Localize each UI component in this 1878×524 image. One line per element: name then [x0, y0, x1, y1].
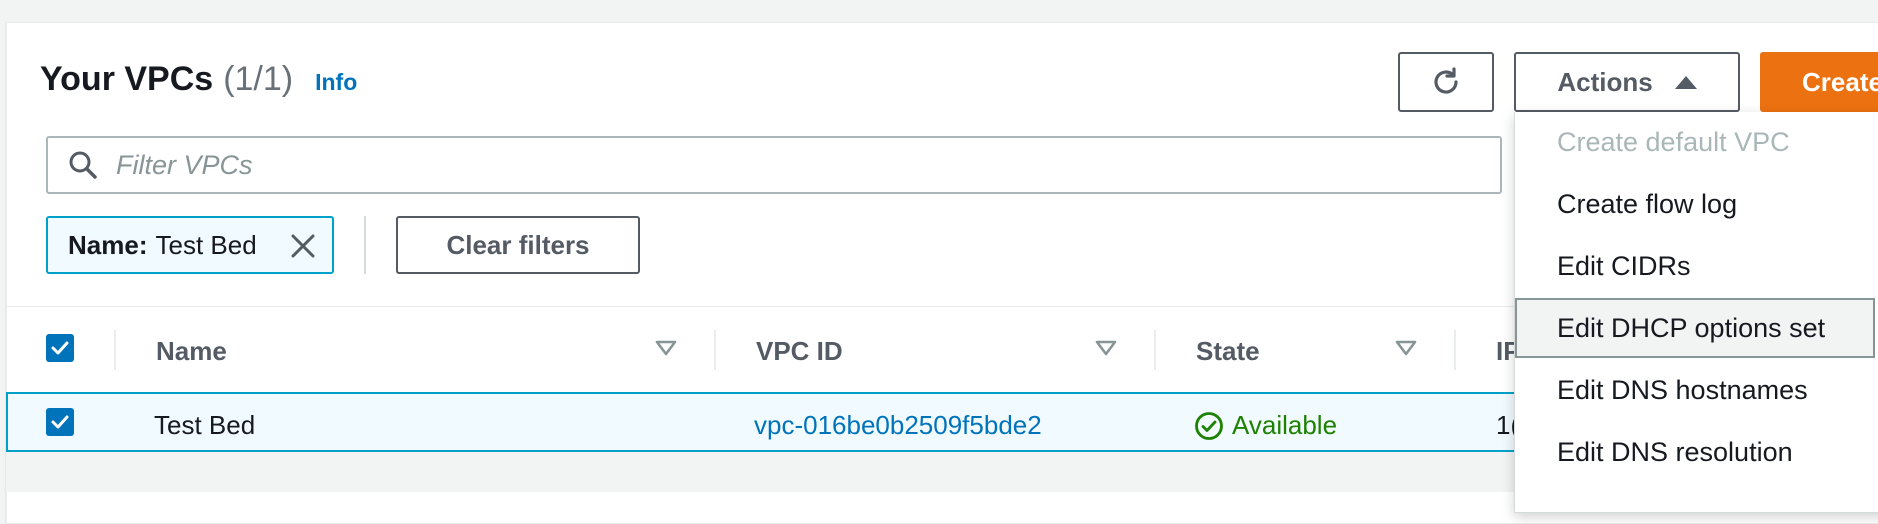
search-field[interactable] [46, 136, 1502, 194]
row-checkbox[interactable] [46, 408, 74, 436]
menu-item-edit-dns-resolution[interactable]: Edit DNS resolution [1515, 422, 1875, 482]
search-input[interactable] [114, 148, 1318, 182]
vpc-state-label: Available [1232, 410, 1338, 440]
actions-dropdown-menu: Create default VPC Create flow log Edit … [1514, 112, 1878, 513]
clear-filters-button[interactable]: Clear filters [396, 216, 640, 274]
check-icon [51, 415, 69, 429]
menu-item-edit-dns-hostnames[interactable]: Edit DNS hostnames [1515, 360, 1875, 420]
column-separator [714, 330, 716, 370]
close-icon[interactable] [288, 231, 318, 261]
clear-filters-label: Clear filters [446, 229, 590, 260]
actions-button[interactable]: Actions [1514, 52, 1740, 112]
menu-item-edit-cidrs[interactable]: Edit CIDRs [1515, 236, 1875, 296]
vpc-name-cell: Test Bed [154, 410, 256, 440]
check-circle-icon [1195, 411, 1223, 440]
filter-token-key: Name: [68, 229, 148, 260]
vpc-state-cell: Available [1194, 410, 1337, 441]
refresh-icon [1434, 67, 1458, 94]
check-icon [51, 341, 69, 355]
search-icon [69, 151, 97, 179]
filter-token-value: Test Bed [155, 229, 257, 260]
sort-down-icon[interactable] [654, 338, 678, 358]
filter-divider [364, 216, 366, 274]
vpc-id-link[interactable]: vpc-016be0b2509f5bde2 [754, 410, 1042, 441]
column-separator [114, 330, 116, 370]
actions-label: Actions [1557, 66, 1653, 97]
sort-down-icon[interactable] [1394, 338, 1418, 358]
refresh-button[interactable] [1398, 52, 1494, 112]
filter-token: Name: Test Bed [46, 216, 334, 274]
info-link[interactable]: Info [315, 69, 357, 96]
create-vpc-button[interactable]: Create [1760, 52, 1878, 112]
menu-item-create-flow-log[interactable]: Create flow log [1515, 174, 1875, 234]
caret-up-icon [1674, 75, 1697, 89]
create-label: Create [1802, 66, 1878, 97]
selection-count: (1/1) [223, 60, 294, 98]
column-separator [1454, 330, 1456, 370]
page-title: Your VPCs [40, 60, 214, 98]
column-header-name[interactable]: Name [156, 336, 227, 367]
sort-down-icon[interactable] [1094, 338, 1118, 358]
select-all-checkbox[interactable] [46, 334, 74, 362]
menu-item-edit-dhcp-options-set[interactable]: Edit DHCP options set [1515, 298, 1875, 358]
column-header-vpc-id[interactable]: VPC ID [756, 336, 843, 367]
page-header: Your VPCs (1/1) Info [40, 60, 357, 99]
column-separator [1154, 330, 1156, 370]
column-header-state[interactable]: State [1196, 336, 1260, 367]
menu-item-create-default-vpc: Create default VPC [1557, 126, 1790, 157]
